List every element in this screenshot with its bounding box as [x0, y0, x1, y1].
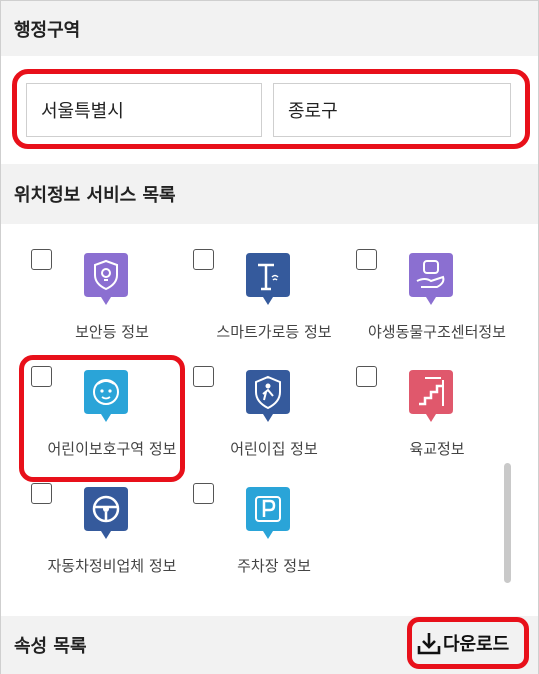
- admin-area-title: 행정구역: [14, 19, 81, 41]
- service-item-daycare[interactable]: 어린이집 정보: [193, 366, 355, 482]
- service-checkbox[interactable]: [31, 483, 52, 504]
- attribute-list-title: 속성 목록: [14, 636, 87, 657]
- service-label: 스마트가로등 정보: [216, 323, 332, 341]
- service-label: 보안등 정보: [75, 323, 149, 341]
- service-checkbox[interactable]: [193, 483, 214, 504]
- download-icon: [417, 633, 441, 655]
- service-checkbox[interactable]: [193, 366, 214, 387]
- district-select[interactable]: 종로구: [273, 83, 511, 137]
- service-item-parking[interactable]: 주차장 정보: [193, 483, 355, 599]
- service-label: 주차장 정보: [237, 557, 311, 575]
- city-select-value: 서울특별시: [41, 101, 124, 122]
- service-label: 육교정보: [409, 440, 465, 458]
- service-item-wildlife-rescue[interactable]: 야생동물구조센터정보: [356, 249, 518, 365]
- service-label: 자동차정비업체 정보: [47, 557, 177, 575]
- location-services-header: 위치정보 서비스 목록: [1, 164, 538, 224]
- admin-area-header: 행정구역: [1, 1, 538, 56]
- service-item-overpass[interactable]: 육교정보: [356, 366, 518, 482]
- wildlife-rescue-icon: [409, 253, 453, 305]
- location-services-title: 위치정보 서비스 목록: [14, 185, 176, 206]
- parking-icon: [246, 487, 290, 539]
- overpass-stairs-icon: [409, 370, 453, 422]
- service-item-smart-streetlight[interactable]: 스마트가로등 정보: [193, 249, 355, 365]
- service-label: 야생동물구조센터정보: [367, 323, 506, 341]
- service-checkbox[interactable]: [31, 249, 52, 270]
- service-item-security-light[interactable]: 보안등 정보: [31, 249, 193, 365]
- city-select[interactable]: 서울특별시: [26, 83, 262, 137]
- smart-streetlight-icon: [246, 253, 290, 305]
- service-item-car-repair[interactable]: 자동차정비업체 정보: [31, 483, 193, 599]
- service-checkbox[interactable]: [356, 366, 377, 387]
- steering-wheel-icon: [84, 487, 128, 539]
- daycare-shield-icon: [246, 370, 290, 422]
- service-label: 어린이집 정보: [230, 440, 318, 458]
- district-select-value: 종로구: [288, 101, 338, 122]
- download-button[interactable]: 다운로드: [416, 626, 509, 660]
- child-protection-highlight: [19, 355, 185, 482]
- security-light-icon: [84, 253, 128, 305]
- download-label: 다운로드: [443, 634, 510, 655]
- list-scrollbar[interactable]: [504, 463, 511, 583]
- service-checkbox[interactable]: [193, 249, 214, 270]
- service-checkbox[interactable]: [356, 249, 377, 270]
